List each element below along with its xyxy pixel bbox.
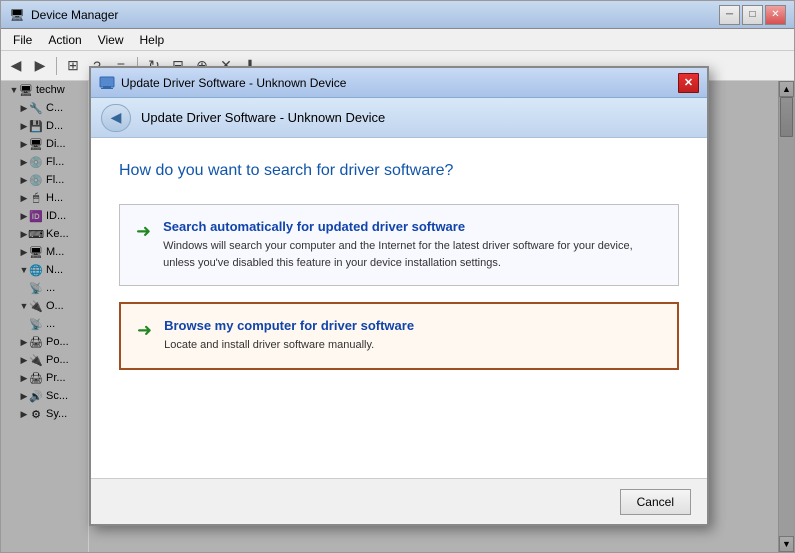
title-bar: 🖥 Device Manager ─ □ ✕ [1,1,794,29]
option-manual-arrow: ➜ [137,320,152,341]
dialog-nav: ◀ Update Driver Software - Unknown Devic… [91,98,707,138]
dialog-title-text: Update Driver Software - Unknown Device [121,81,346,90]
close-button[interactable]: ✕ [765,5,786,25]
option-manual-browse[interactable]: ➜ Browse my computer for driver software… [119,302,679,370]
maximize-button[interactable]: □ [742,5,763,25]
menu-bar: File Action View Help [1,29,794,51]
option-auto-title: Search automatically for updated driver … [163,219,662,234]
cancel-button[interactable]: Cancel [620,489,691,515]
dialog-title-bar: Update Driver Software - Unknown Device … [91,81,707,98]
dialog-nav-title: Update Driver Software - Unknown Device [141,110,385,125]
option-auto-search[interactable]: ➜ Search automatically for updated drive… [119,204,679,286]
dialog-footer: Cancel [91,478,707,524]
grid-toolbar-btn[interactable]: ⊞ [62,55,84,77]
window-title: Device Manager [31,8,719,22]
menu-help[interactable]: Help [132,30,173,50]
tree-panel: ▼ 🖥 techw ▶ 🔧 C... ▶ 💾 D... ▶ 🖥 Di... ▶ [1,81,89,552]
option-auto-arrow: ➜ [136,221,151,242]
minimize-button[interactable]: ─ [719,5,740,25]
title-bar-buttons: ─ □ ✕ [719,5,786,25]
option-auto-desc: Windows will search your computer and th… [163,238,662,271]
menu-action[interactable]: Action [40,30,89,50]
toolbar-separator-1 [56,57,57,75]
option-manual-text: Browse my computer for driver software L… [164,318,414,354]
menu-file[interactable]: File [5,30,40,50]
forward-toolbar-btn[interactable]: ▶ [29,55,51,77]
menu-view[interactable]: View [90,30,132,50]
option-manual-title: Browse my computer for driver software [164,318,414,333]
device-manager-window: 🖥 Device Manager ─ □ ✕ File Action View … [0,0,795,553]
option-manual-desc: Locate and install driver software manua… [164,337,414,354]
dialog-close-button[interactable]: ✕ [678,81,699,93]
tree-overlay [1,81,88,552]
update-driver-dialog: Update Driver Software - Unknown Device … [89,81,709,526]
dialog-question: How do you want to search for driver sof… [119,162,679,180]
dialog-back-button[interactable]: ◀ [101,104,131,132]
window-icon: 🖥 [9,7,25,23]
dialog-content: How do you want to search for driver sof… [91,138,707,478]
dialog-title-icon [99,81,115,91]
back-toolbar-btn[interactable]: ◀ [5,55,27,77]
main-area: ▼ 🖥 techw ▶ 🔧 C... ▶ 💾 D... ▶ 🖥 Di... ▶ [1,81,794,552]
option-auto-text: Search automatically for updated driver … [163,219,662,271]
